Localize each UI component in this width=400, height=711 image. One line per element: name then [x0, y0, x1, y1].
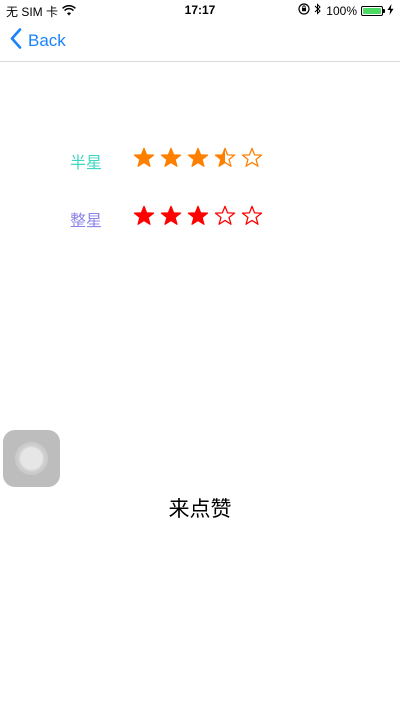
star-icon-half[interactable] — [214, 147, 236, 169]
bluetooth-icon — [314, 3, 322, 18]
star-icon-empty[interactable] — [241, 147, 263, 169]
rating-row-whole: 整星 — [0, 201, 400, 231]
like-label[interactable]: 来点赞 — [0, 493, 400, 523]
back-button[interactable]: Back — [10, 28, 66, 54]
star-icon-empty[interactable] — [214, 205, 236, 227]
charging-icon — [387, 3, 394, 18]
star-icon-full[interactable] — [160, 205, 182, 227]
star-rating-half[interactable] — [133, 147, 263, 169]
nav-bar: Back — [0, 20, 400, 62]
rating-row-half: 半星 — [0, 143, 400, 173]
rating-label-half: 半星 — [70, 155, 103, 172]
back-label: Back — [28, 31, 66, 50]
screen: 无 SIM 卡 17:17 100% Back 半星 整星 来点赞 — [0, 0, 400, 711]
assistive-touch-button[interactable] — [3, 430, 60, 487]
battery-icon — [361, 5, 385, 16]
battery-fill — [363, 7, 381, 14]
battery-percent: 100% — [326, 3, 357, 18]
chevron-left-icon — [10, 28, 22, 54]
orientation-lock-icon — [298, 3, 310, 18]
star-icon-empty[interactable] — [241, 205, 263, 227]
rating-label-whole: 整星 — [70, 213, 103, 230]
star-icon-full[interactable] — [187, 205, 209, 227]
star-icon-full[interactable] — [160, 147, 182, 169]
assistive-touch-core — [20, 447, 43, 470]
status-right: 100% — [298, 3, 394, 18]
status-bar: 无 SIM 卡 17:17 100% — [0, 0, 400, 20]
star-icon-full[interactable] — [187, 147, 209, 169]
star-rating-whole[interactable] — [133, 205, 263, 227]
star-icon-full[interactable] — [133, 147, 155, 169]
star-icon-full[interactable] — [133, 205, 155, 227]
